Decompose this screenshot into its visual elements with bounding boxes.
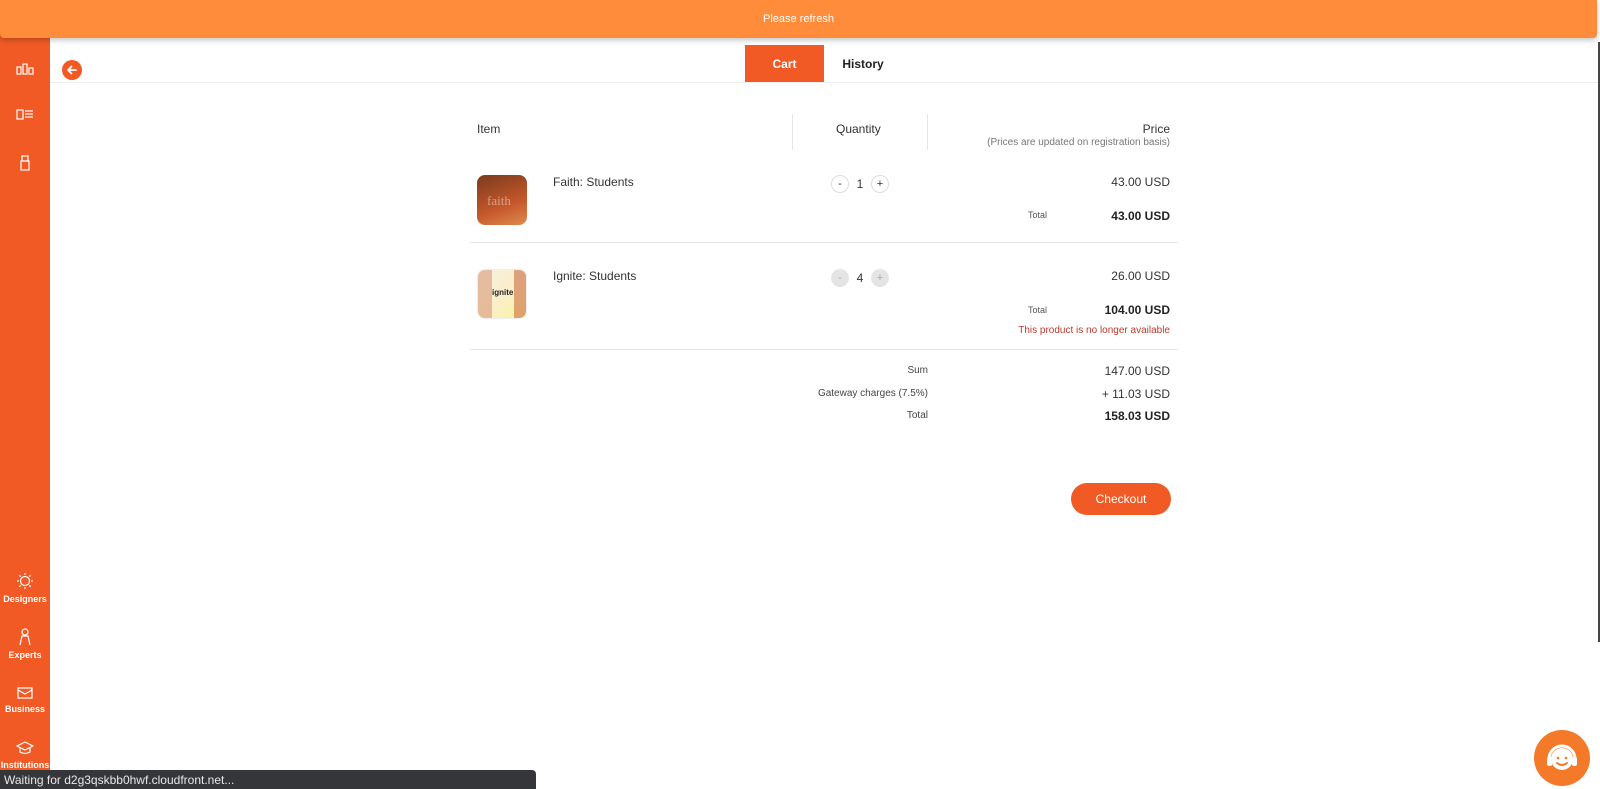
quantity-decrease-button[interactable]: -	[831, 269, 849, 287]
sidebar-item-institutions[interactable]: Institutions	[0, 740, 50, 770]
tab-cart[interactable]: Cart	[745, 45, 824, 82]
quantity-decrease-button[interactable]: -	[831, 175, 849, 193]
sidebar-item-label: Business	[4, 704, 46, 714]
sum-label: Sum	[907, 365, 928, 376]
sum-value: 147.00 USD	[1104, 364, 1170, 378]
gateway-charges-label: Gateway charges (7.5%)	[817, 388, 928, 399]
graduation-cap-icon	[16, 741, 34, 755]
sidebar-item-experts[interactable]: Experts	[0, 628, 50, 660]
product-thumbnail[interactable]: faith	[477, 175, 527, 225]
header-quantity: Quantity	[836, 122, 881, 136]
unit-price: 43.00 USD	[1111, 175, 1170, 189]
sidebar: Designers Experts Business Institutions	[0, 0, 50, 789]
sidebar-item-business[interactable]: Business	[0, 684, 50, 714]
briefcase-icon	[17, 687, 33, 699]
header-divider	[792, 114, 793, 150]
arrow-left-icon	[67, 65, 77, 75]
unit-price: 26.00 USD	[1111, 269, 1170, 283]
cart-icon[interactable]	[0, 154, 50, 172]
row-divider	[470, 349, 1178, 350]
sidebar-item-designers[interactable]: Designers	[0, 572, 50, 604]
row-total-value: 104.00 USD	[1104, 303, 1170, 317]
unavailable-warning: This product is no longer available	[1018, 325, 1170, 336]
support-chat-button[interactable]	[1534, 730, 1590, 786]
header-item: Item	[477, 122, 501, 136]
thumb-text: ignite	[492, 288, 514, 297]
checkout-label: Checkout	[1095, 492, 1147, 506]
product-thumbnail[interactable]: ignite	[477, 269, 527, 319]
grand-total-value: 158.03 USD	[1104, 409, 1170, 423]
quantity-value: 1	[856, 177, 864, 191]
topbar-divider	[50, 82, 1600, 83]
status-text: Waiting for d2g3qskbb0hwf.cloudfront.net…	[4, 772, 235, 787]
sidebar-item-label: Institutions	[0, 760, 50, 770]
refresh-banner[interactable]: Please refresh	[0, 0, 1597, 38]
item-name: Ignite: Students	[553, 269, 637, 283]
banner-text: Please refresh	[763, 13, 834, 25]
sidebar-item-label: Experts	[8, 650, 42, 660]
checkout-button[interactable]: Checkout	[1071, 483, 1171, 515]
item-name: Faith: Students	[553, 175, 634, 189]
catalog-icon[interactable]	[0, 108, 50, 122]
quantity-increase-button[interactable]: +	[871, 175, 889, 193]
headset-icon	[1547, 744, 1577, 770]
row-total-value: 43.00 USD	[1111, 209, 1170, 223]
gear-bulb-icon	[17, 573, 33, 589]
tab-label: History	[842, 56, 884, 71]
tab-label: Cart	[772, 56, 797, 71]
expert-icon	[19, 628, 31, 646]
quantity-value: 4	[856, 271, 864, 285]
gateway-charges-value: + 11.03 USD	[1101, 387, 1170, 401]
sidebar-item-label: Designers	[3, 594, 47, 604]
header-price: Price	[1142, 122, 1170, 136]
tab-history[interactable]: History	[824, 45, 902, 82]
price-note: (Prices are updated on registration basi…	[987, 137, 1170, 148]
row-divider	[470, 242, 1178, 243]
browser-status-bar: Waiting for d2g3qskbb0hwf.cloudfront.net…	[0, 770, 536, 789]
dashboard-icon[interactable]	[0, 62, 50, 76]
quantity-increase-button[interactable]: +	[871, 269, 889, 287]
thumb-text: faith	[487, 193, 511, 208]
back-button[interactable]	[62, 60, 82, 80]
grand-total-label: Total	[906, 410, 928, 421]
